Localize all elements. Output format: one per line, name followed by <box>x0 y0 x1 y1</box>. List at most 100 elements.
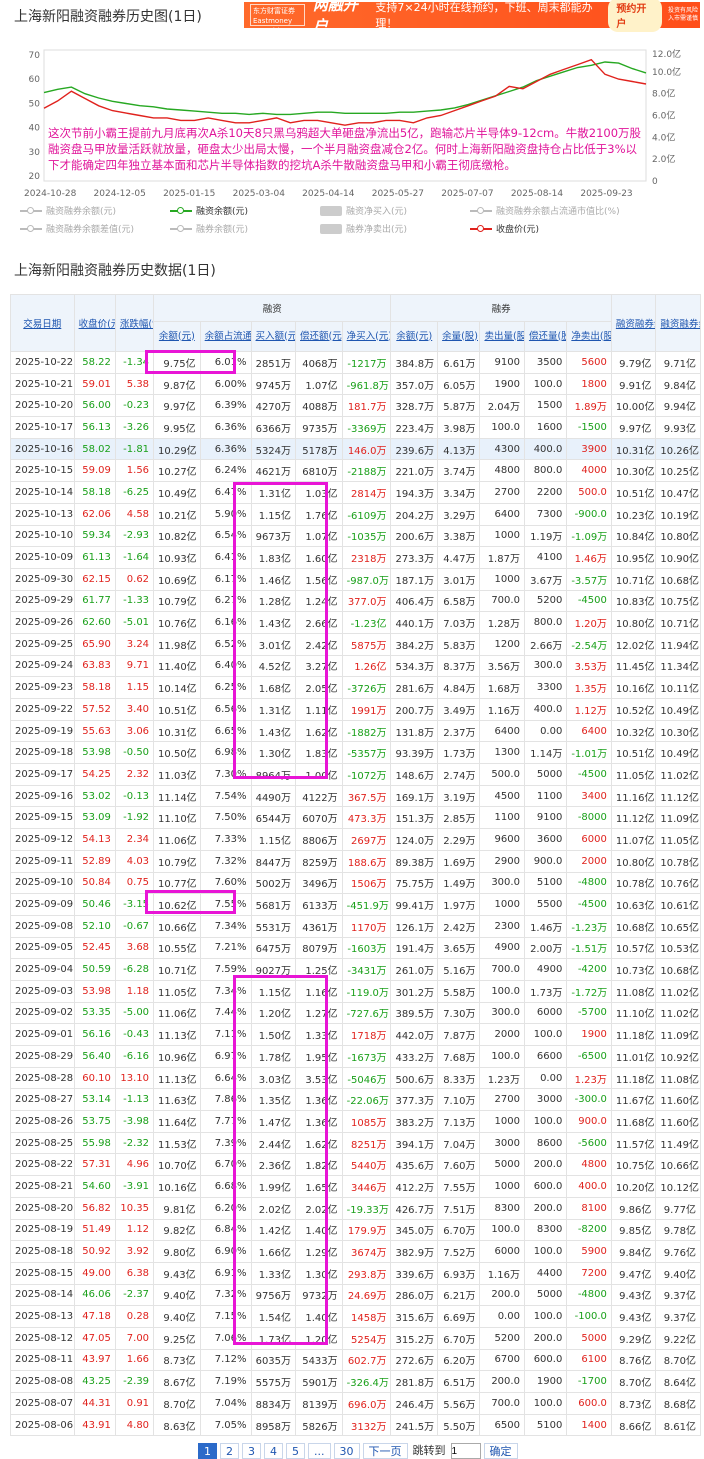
cell-close: 49.00 <box>73 1261 116 1285</box>
header-rz-buy[interactable]: 买入额(元) <box>250 321 297 352</box>
cell-rq-balance: 412.2万 <box>390 1175 439 1198</box>
ad-logo: 东方财富证券 Eastmoney Securities <box>250 4 305 35</box>
cell-rq-sell: 4900 <box>479 936 525 960</box>
cell-total-balance: 10.31亿 <box>610 437 657 461</box>
legend-item[interactable]: 融券净卖出(元) <box>320 222 470 235</box>
header-rz-net-buy[interactable]: 净买入(元) <box>341 321 392 352</box>
cell-rq-sell: 4800 <box>479 459 525 483</box>
cell-rq-repay: 1.46万 <box>523 914 568 938</box>
cell-rz-repay: 1.03亿 <box>295 481 343 504</box>
table-row: 2025-10-15 59.09 1.56 10.27亿 6.24% 4621万 6810万… <box>10 459 701 483</box>
cell-rz-buy: 3.03亿 <box>250 1066 297 1090</box>
y-right-tick: 10.0亿 <box>652 66 681 78</box>
cell-close: 47.05 <box>73 1326 116 1350</box>
ad-banner[interactable]: 东方财富证券 Eastmoney Securities 两融开户 支持7×24小时… <box>244 0 700 35</box>
cell-chg: -0.67 <box>114 914 155 938</box>
cell-rz-repay: 1.33亿 <box>295 1023 343 1046</box>
cell-rq-sell: 1.87万 <box>479 546 525 569</box>
cell-date: 2025-09-01 <box>10 1023 75 1046</box>
cell-rq-repay: 100.0 <box>523 1023 568 1046</box>
cell-total-balance: 10.51亿 <box>610 741 657 765</box>
y-right-tick: 8.0亿 <box>652 88 675 100</box>
header-rq-volume[interactable]: 余量(股) <box>437 321 481 352</box>
table-row: 2025-09-10 50.84 0.75 10.77亿 7.60% 5002万 3496万… <box>10 871 701 895</box>
cell-rz-buy: 2851万 <box>250 351 297 374</box>
legend-item[interactable]: 融资融券余额占流通市值比(%) <box>470 204 650 217</box>
cell-rz-net-buy: 1170万 <box>341 914 392 938</box>
header-change[interactable]: 涨跌幅(%) <box>114 294 155 352</box>
header-rz-balance[interactable]: 余额(元) <box>153 321 201 352</box>
cell-chg: -0.43 <box>114 1023 155 1046</box>
cell-rz-buy: 8834万 <box>250 1392 297 1415</box>
cell-rz-net-buy: -961.8万 <box>341 372 392 396</box>
cell-rq-volume: 7.68万 <box>437 1045 481 1068</box>
cell-close: 56.40 <box>73 1045 116 1068</box>
cell-close: 52.45 <box>73 936 116 960</box>
header-rq-net-sell[interactable]: 净卖出(股) <box>566 321 612 352</box>
x-tick: 2024-10-28 <box>24 189 77 196</box>
header-rz-ratio[interactable]: 余额占流通市值比 <box>199 321 252 352</box>
header-rq-repay[interactable]: 偿还量(股) <box>523 321 568 352</box>
table-row: 2025-08-28 60.10 13.10 11.13亿 6.64% 3.03亿 3.53… <box>10 1066 701 1090</box>
cell-rq-sell: 200.0 <box>479 1283 525 1307</box>
header-balance-diff[interactable]: 融资融券余额差值(元) <box>655 294 701 352</box>
cell-close: 54.60 <box>73 1175 116 1198</box>
cell-close: 43.97 <box>73 1348 116 1372</box>
cell-rz-balance: 9.40亿 <box>153 1283 201 1307</box>
cell-rq-net-sell: -5700 <box>566 1001 612 1025</box>
legend-item[interactable]: 收盘价(元) <box>470 222 650 235</box>
header-close[interactable]: 收盘价(元) <box>73 294 116 352</box>
header-date[interactable]: 交易日期 <box>10 294 75 352</box>
cell-rq-balance: 339.6万 <box>390 1261 439 1285</box>
legend-item[interactable]: 融券余额(元) <box>170 222 320 235</box>
ad-open-account-button[interactable]: 预约开户 <box>608 0 663 32</box>
cell-rz-net-buy: 1.26亿 <box>341 654 392 678</box>
legend-item[interactable]: 融资融券余额(元) <box>20 204 170 217</box>
cell-rz-repay: 2.05亿 <box>295 676 343 699</box>
legend-item[interactable]: 融资余额(元) <box>170 204 320 217</box>
cell-rz-ratio: 7.15% <box>199 1305 252 1328</box>
cell-total-balance: 9.79亿 <box>610 351 657 374</box>
cell-rq-volume: 3.49万 <box>437 698 481 721</box>
cell-rz-buy: 8964万 <box>250 763 297 786</box>
y-right-tick: 6.0亿 <box>652 110 675 122</box>
cell-balance-diff: 10.25亿 <box>655 459 701 483</box>
cell-rq-sell: 200.0 <box>479 1370 525 1393</box>
cell-balance-diff: 10.68亿 <box>655 567 701 591</box>
cell-rz-repay: 1.07亿 <box>295 372 343 396</box>
table-row: 2025-08-27 53.14 -1.13 11.63亿 7.86% 1.35亿 1.36… <box>10 1088 701 1112</box>
header-rq-balance[interactable]: 余额(元) <box>390 321 439 352</box>
legend-item[interactable]: 融资净买入(元) <box>320 204 470 217</box>
cell-rq-net-sell: 1.12万 <box>566 698 612 721</box>
legend-swatch <box>320 223 342 234</box>
cell-rq-balance: 301.2万 <box>390 979 439 1003</box>
cell-date: 2025-10-16 <box>10 437 75 461</box>
cell-rq-volume: 6.70万 <box>437 1218 481 1242</box>
cell-close: 54.13 <box>73 828 116 851</box>
cell-close: 50.59 <box>73 958 116 981</box>
table-row: 2025-08-12 47.05 7.00 9.25亿 7.06% 1.73亿 1.20亿 5… <box>10 1326 701 1350</box>
cell-rq-repay: 5000 <box>523 763 568 786</box>
cell-rq-volume: 7.13万 <box>437 1110 481 1133</box>
legend-swatch <box>20 224 42 232</box>
header-rz-repay[interactable]: 偿还额(元) <box>295 321 343 352</box>
cell-balance-diff: 9.40亿 <box>655 1261 701 1285</box>
cell-total-balance: 8.76亿 <box>610 1348 657 1372</box>
cell-rq-balance: 534.3万 <box>390 654 439 678</box>
header-total-balance[interactable]: 融资融券余额(元) <box>610 294 657 352</box>
cell-rz-buy: 8958万 <box>250 1413 297 1437</box>
cell-rq-sell: 100.0 <box>479 1218 525 1242</box>
cell-rz-repay: 9732万 <box>295 1283 343 1307</box>
cell-date: 2025-09-08 <box>10 914 75 938</box>
table-row: 2025-09-17 54.25 2.32 11.03亿 7.30% 8964万 1.00亿… <box>10 763 701 786</box>
cell-rq-repay: 9100 <box>523 806 568 830</box>
cell-rq-net-sell: 1.89万 <box>566 394 612 418</box>
cell-rz-buy: 6035万 <box>250 1348 297 1372</box>
cell-balance-diff: 10.90亿 <box>655 546 701 569</box>
cell-date: 2025-09-10 <box>10 871 75 895</box>
legend-item[interactable]: 融资融券余额差值(元) <box>20 222 170 235</box>
cell-rq-volume: 4.47万 <box>437 546 481 569</box>
cell-rq-volume: 3.34万 <box>437 481 481 504</box>
header-rq-sell[interactable]: 卖出量(股) <box>479 321 525 352</box>
cell-rz-balance: 10.16亿 <box>153 1175 201 1198</box>
